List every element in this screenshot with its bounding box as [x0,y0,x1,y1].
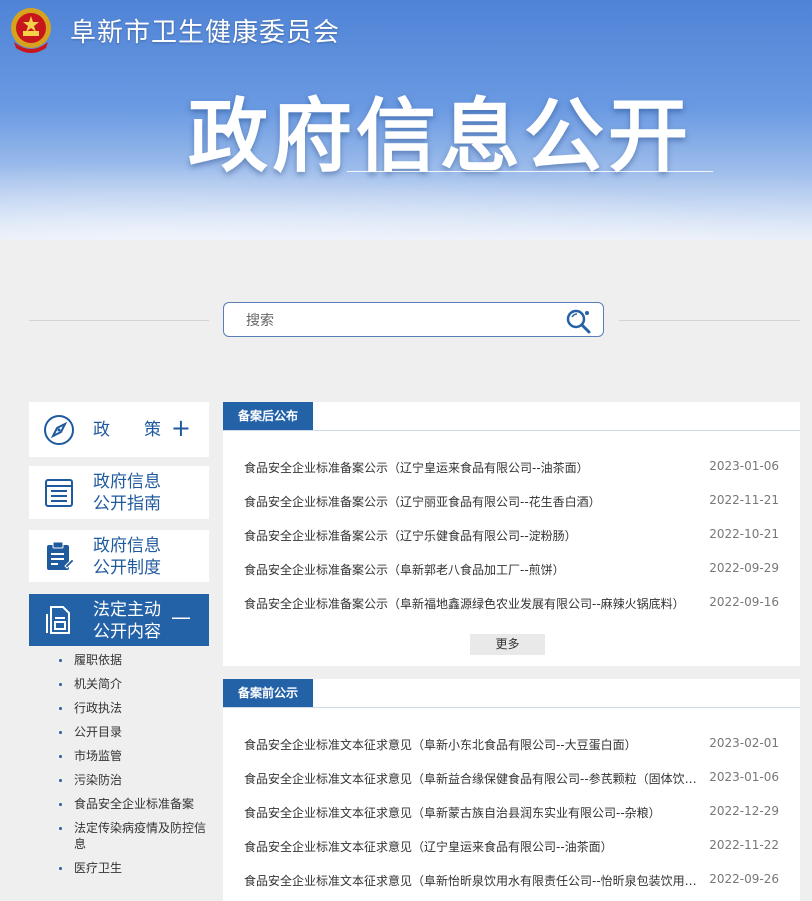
search-icon[interactable] [565,307,593,335]
list-item-date: 2022-09-26 [709,872,779,886]
list-icon [45,479,73,507]
compass-icon [44,415,74,445]
panel-pre-filing: 备案前公示 食品安全企业标准文本征求意见（阜新小东北食品有限公司--大豆蛋白面）… [223,679,800,901]
search-input[interactable] [244,309,568,333]
sidebar-item-label: 公开指南 [93,494,161,514]
sidebar-item-label: 法定主动 [93,600,161,620]
sub-item-agency-intro[interactable]: 机关简介 [29,676,209,692]
list-item-title[interactable]: 食品安全企业标准文本征求意见（阜新怡昕泉饮用水有限责任公司--怡昕泉包装饮用水） [244,872,702,889]
sub-item-duty-basis[interactable]: 履职依据 [29,652,209,668]
org-name: 阜新市卫生健康委员会 [70,18,341,48]
sidebar-item-statutory-content[interactable]: 法定主动 公开内容 — [29,594,209,646]
list-item-date: 2023-01-06 [709,459,779,473]
title-underline [347,171,713,172]
sidebar-item-label: 公开制度 [93,558,161,578]
list-item[interactable]: 食品安全企业标准备案公示（辽宁乐健食品有限公司--淀粉肠） 2022-10-21 [244,527,779,547]
sidebar-item-system[interactable]: 政府信息 公开制度 [29,530,209,582]
sidebar-item-guide[interactable]: 政府信息 公开指南 [29,466,209,519]
list-item-date: 2023-02-01 [709,736,779,750]
more-button[interactable]: 更多 [470,634,545,655]
list-item-date: 2022-12-29 [709,804,779,818]
sub-item-law-enforcement[interactable]: 行政执法 [29,700,209,716]
sub-item-food-safety-standard[interactable]: 食品安全企业标准备案 [29,796,209,812]
list-item-date: 2022-11-21 [709,493,779,507]
list-item[interactable]: 食品安全企业标准备案公示（阜新福地鑫源绿色农业发展有限公司--麻辣火锅底料） 2… [244,595,779,615]
list-item[interactable]: 食品安全企业标准文本征求意见（阜新小东北食品有限公司--大豆蛋白面） 2023-… [244,736,779,756]
tab-pre-filing[interactable]: 备案前公示 [223,679,314,707]
list-item-title[interactable]: 食品安全企业标准文本征求意见（辽宁皇运来食品有限公司--油茶面） [244,838,702,855]
sidebar-item-label: 政府信息 [93,536,161,556]
panel-header: 备案前公示 [223,679,800,708]
sub-item-public-catalog[interactable]: 公开目录 [29,724,209,740]
panel-post-filing: 备案后公布 食品安全企业标准备案公示（辽宁皇运来食品有限公司--油茶面） 202… [223,402,800,666]
list-item[interactable]: 食品安全企业标准备案公示（辽宁皇运来食品有限公司--油茶面） 2023-01-0… [244,459,779,479]
sidebar-item-policy[interactable]: 政 策 + [29,402,209,457]
panel-header: 备案后公布 [223,402,800,431]
list-item-date: 2022-09-29 [709,561,779,575]
list-item-title[interactable]: 食品安全企业标准备案公示（辽宁皇运来食品有限公司--油茶面） [244,459,702,476]
list-item[interactable]: 食品安全企业标准文本征求意见（阜新怡昕泉饮用水有限责任公司--怡昕泉包装饮用水）… [244,872,779,892]
sidebar-item-label: 政府信息 [93,472,161,492]
list-item-title[interactable]: 食品安全企业标准备案公示（辽宁乐健食品有限公司--淀粉肠） [244,527,702,544]
search-box [223,302,604,337]
sidebar-item-label: 公开内容 [93,622,161,642]
list-item[interactable]: 食品安全企业标准文本征求意见（辽宁皇运来食品有限公司--油茶面） 2022-11… [244,838,779,858]
document-icon [46,606,70,634]
tab-post-filing[interactable]: 备案后公布 [223,402,314,430]
header-banner: 阜新市卫生健康委员会 政府信息公开 [0,0,812,240]
clipboard-icon [47,541,75,570]
expand-icon[interactable]: + [171,414,191,442]
search-divider-left [29,320,209,321]
list-item[interactable]: 食品安全企业标准文本征求意见（阜新蒙古族自治县润东实业有限公司--杂粮） 202… [244,804,779,824]
list-item-date: 2022-10-21 [709,527,779,541]
sub-item-market-supervision[interactable]: 市场监管 [29,748,209,764]
list-item-date: 2022-11-22 [709,838,779,852]
list-item-title[interactable]: 食品安全企业标准备案公示（辽宁丽亚食品有限公司--花生香白酒） [244,493,702,510]
collapse-icon[interactable]: — [171,605,191,629]
list-item[interactable]: 食品安全企业标准备案公示（辽宁丽亚食品有限公司--花生香白酒） 2022-11-… [244,493,779,513]
list-item-title[interactable]: 食品安全企业标准文本征求意见（阜新益合缘保健食品有限公司--参芪颗粒（固体饮料）… [244,770,702,787]
sub-item-infectious-disease[interactable]: 法定传染病疫情及防控信息 [29,820,209,852]
list-item-date: 2022-09-16 [709,595,779,609]
sub-item-medical-health[interactable]: 医疗卫生 [29,860,209,876]
list-item-date: 2023-01-06 [709,770,779,784]
sub-item-pollution-control[interactable]: 污染防治 [29,772,209,788]
list-item-title[interactable]: 食品安全企业标准文本征求意见（阜新小东北食品有限公司--大豆蛋白面） [244,736,702,753]
list-item-title[interactable]: 食品安全企业标准备案公示（阜新郭老八食品加工厂--煎饼） [244,561,702,578]
list-item[interactable]: 食品安全企业标准备案公示（阜新郭老八食品加工厂--煎饼） 2022-09-29 [244,561,779,581]
list-item-title[interactable]: 食品安全企业标准文本征求意见（阜新蒙古族自治县润东实业有限公司--杂粮） [244,804,702,821]
national-emblem-icon [11,8,51,53]
search-divider-right [619,320,800,321]
list-item[interactable]: 食品安全企业标准文本征求意见（阜新益合缘保健食品有限公司--参芪颗粒（固体饮料）… [244,770,779,790]
list-item-title[interactable]: 食品安全企业标准备案公示（阜新福地鑫源绿色农业发展有限公司--麻辣火锅底料） [244,595,702,612]
sidebar-item-label: 政 策 [93,420,161,440]
sidebar-sub-list: 履职依据 机关简介 行政执法 公开目录 市场监管 污染防治 食品安全企业标准备案… [29,652,209,884]
